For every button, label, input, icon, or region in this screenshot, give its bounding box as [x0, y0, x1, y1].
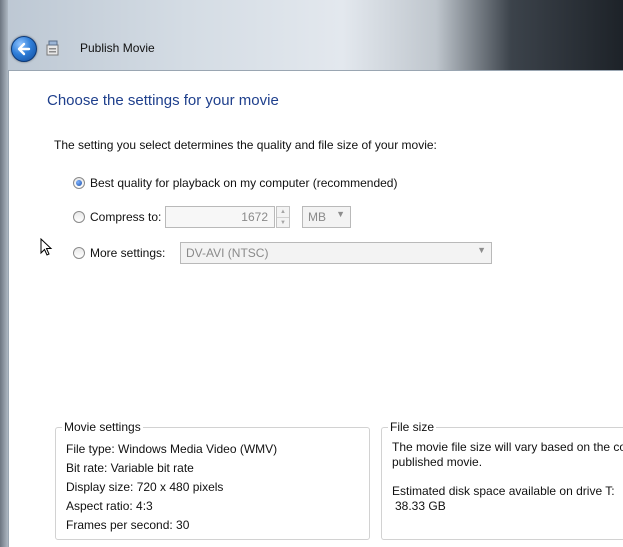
compress-size-input[interactable]: 1672	[165, 206, 275, 228]
compress-size-spinner[interactable]: ▲ ▼	[276, 206, 290, 228]
more-settings-select[interactable]: DV-AVI (NTSC) ▼	[180, 242, 492, 264]
movie-setting-file-type: File type: Windows Media Video (WMV)	[66, 442, 278, 456]
option-more-settings[interactable]: More settings:	[73, 246, 165, 260]
spinner-up-icon[interactable]: ▲	[277, 207, 289, 217]
movie-setting-bit-rate: Bit rate: Variable bit rate	[66, 461, 194, 475]
best-quality-label[interactable]: Best quality for playback on my computer…	[90, 176, 397, 190]
disk-space-value: 38.33 GB	[395, 499, 446, 513]
back-arrow-icon	[17, 42, 31, 56]
file-size-message-line2: published movie.	[392, 455, 483, 469]
window-left-edge	[0, 0, 8, 547]
movie-settings-legend: Movie settings	[62, 420, 143, 434]
chevron-down-icon: ▼	[477, 245, 486, 255]
compress-radio[interactable]	[73, 211, 85, 223]
disk-space-label: Estimated disk space available on drive …	[392, 484, 615, 498]
file-size-legend: File size	[388, 420, 437, 434]
compress-unit-value: MB	[308, 210, 326, 224]
main-content: Choose the settings for your movie The s…	[8, 70, 623, 547]
page-heading: Choose the settings for your movie	[47, 92, 279, 109]
more-settings-label[interactable]: More settings:	[90, 246, 165, 260]
file-size-message-line1: The movie file size will vary based on t…	[392, 440, 623, 454]
mouse-pointer-icon	[40, 238, 53, 256]
title-bar: Publish Movie	[8, 28, 623, 70]
chevron-down-icon: ▼	[336, 209, 345, 219]
movie-setting-aspect-ratio: Aspect ratio: 4:3	[66, 499, 153, 513]
movie-setting-display-size: Display size: 720 x 480 pixels	[66, 480, 224, 494]
movie-settings-group: Movie settings File type: Windows Media …	[55, 420, 370, 540]
spinner-down-icon[interactable]: ▼	[277, 217, 289, 227]
compress-unit-select[interactable]: MB ▼	[302, 206, 351, 228]
movie-setting-fps: Frames per second: 30	[66, 518, 190, 532]
option-best-quality[interactable]: Best quality for playback on my computer…	[73, 176, 397, 190]
movie-maker-icon	[46, 40, 59, 56]
more-settings-radio[interactable]	[73, 247, 85, 259]
more-settings-value: DV-AVI (NTSC)	[186, 246, 269, 260]
compress-label[interactable]: Compress to:	[90, 210, 161, 224]
option-compress[interactable]: Compress to:	[73, 210, 161, 224]
back-button[interactable]	[11, 36, 37, 62]
file-size-group: File size The movie file size will vary …	[381, 420, 623, 540]
best-quality-radio[interactable]	[73, 177, 85, 189]
page-description: The setting you select determines the qu…	[54, 138, 437, 152]
window-title: Publish Movie	[80, 41, 155, 55]
